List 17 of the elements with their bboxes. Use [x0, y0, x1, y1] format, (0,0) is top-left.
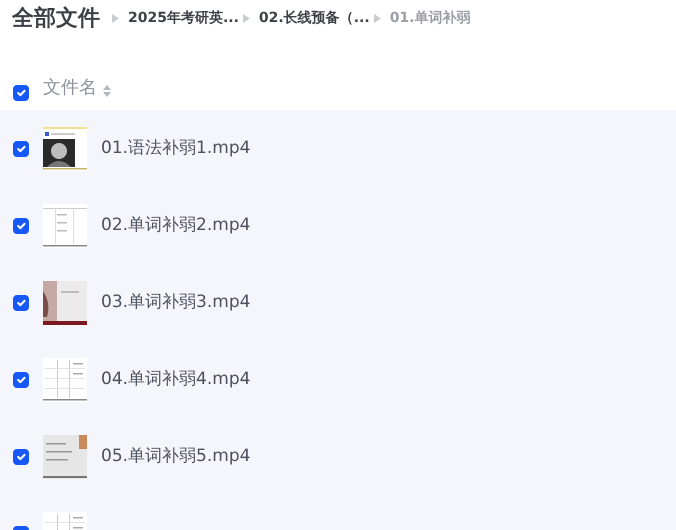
- page-title[interactable]: 全部文件: [12, 2, 100, 34]
- file-name[interactable]: 02.单词补弱2.mp4: [101, 212, 250, 238]
- checkbox[interactable]: [13, 372, 29, 388]
- checkbox[interactable]: [13, 448, 29, 464]
- file-name[interactable]: 01.语法补弱1.mp4: [101, 136, 250, 162]
- breadcrumb-link[interactable]: 02.长线预备（...: [258, 8, 370, 28]
- chevron-icon: [112, 14, 119, 22]
- checkbox[interactable]: [13, 218, 29, 234]
- breadcrumb-link[interactable]: 2025年考研英...: [128, 8, 239, 28]
- chevron-icon: [374, 14, 381, 22]
- file-name[interactable]: 05.单词补弱5.mp4: [101, 444, 250, 470]
- checkbox[interactable]: [13, 294, 29, 310]
- checkbox[interactable]: [13, 140, 29, 156]
- file-name[interactable]: 03.单词补弱3.mp4: [101, 290, 250, 316]
- file-name[interactable]: 04.单词补弱4.mp4: [101, 366, 250, 392]
- checkbox[interactable]: [13, 85, 29, 101]
- chevron-icon: [242, 14, 250, 22]
